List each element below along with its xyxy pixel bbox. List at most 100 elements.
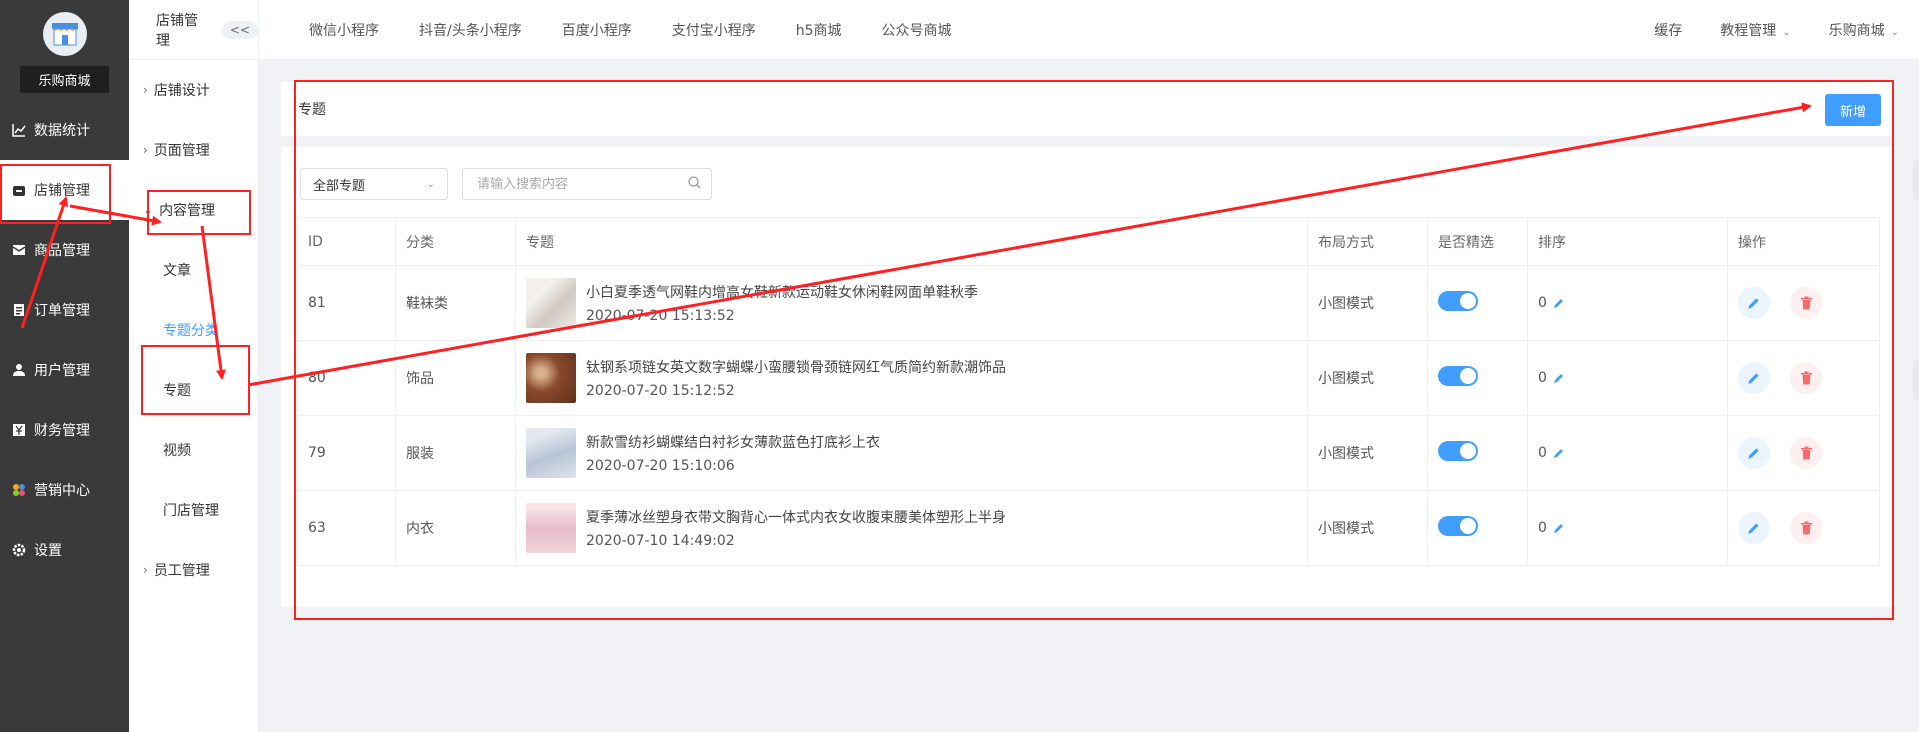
- sub-item-label: 视频: [163, 443, 191, 459]
- sub-item-videos[interactable]: 视频: [129, 420, 258, 480]
- tab-h5-mall[interactable]: h5商城: [796, 20, 842, 40]
- cell-category: 鞋袜类: [395, 265, 516, 341]
- sidebar-item-statistics[interactable]: 数据统计: [0, 100, 129, 160]
- topic-list-card: 全部专题 ⌄ ID 分类 专题 布局方式 是否精选 排序 操作 81 鞋袜类 小…: [281, 147, 1895, 607]
- sub-item-topic-category[interactable]: 专题分类: [129, 300, 258, 360]
- sub-item-label: 专题分类: [163, 323, 219, 339]
- page-header-card: 专题 新增: [281, 82, 1895, 136]
- sidebar-item-label: 商品管理: [34, 243, 90, 259]
- sidebar-item-label: 订单管理: [34, 303, 90, 319]
- trash-icon: [1800, 446, 1812, 460]
- sub-item-articles[interactable]: 文章: [129, 240, 258, 300]
- cell-actions: [1727, 265, 1880, 341]
- tab-douyin-miniprogram[interactable]: 抖音/头条小程序: [419, 20, 522, 40]
- sub-item-store-locations[interactable]: 门店管理: [129, 480, 258, 540]
- tutorial-menu[interactable]: 教程管理 ⌄: [1720, 20, 1790, 40]
- sub-sidebar: 店铺管理 << › 店铺设计 › 页面管理 ⌄ 内容管理 文章 专题分类 专题 视频 …: [129, 0, 259, 732]
- cache-link[interactable]: 缓存: [1654, 20, 1682, 40]
- featured-toggle[interactable]: [1438, 441, 1478, 461]
- shop-label: 乐购商城: [1828, 23, 1885, 39]
- search-icon[interactable]: [688, 175, 701, 193]
- sidebar-item-settings[interactable]: 设置: [0, 520, 129, 580]
- cell-sort: 0: [1527, 340, 1728, 416]
- cell-layout: 小图模式: [1307, 415, 1428, 491]
- sidebar-item-users[interactable]: 用户管理: [0, 340, 129, 400]
- pencil-icon[interactable]: [1553, 372, 1565, 384]
- sidebar-item-label: 数据统计: [34, 123, 90, 139]
- right-edge-tab: [1913, 160, 1919, 200]
- add-topic-button[interactable]: 新增: [1825, 94, 1881, 126]
- pencil-icon[interactable]: [1553, 297, 1565, 309]
- edit-button[interactable]: [1738, 512, 1770, 544]
- sidebar-item-finance[interactable]: 财务管理: [0, 400, 129, 460]
- sub-item-content-management[interactable]: ⌄ 内容管理: [129, 180, 258, 240]
- topic-date: 2020-07-20 15:10:06: [586, 458, 735, 474]
- pencil-icon: [1748, 298, 1759, 309]
- sidebar-item-store[interactable]: 店铺管理: [0, 160, 129, 220]
- edit-button[interactable]: [1738, 362, 1770, 394]
- sort-value: 0: [1538, 445, 1547, 461]
- select-value: 全部专题: [313, 178, 366, 194]
- sub-item-page-management[interactable]: › 页面管理: [129, 120, 258, 180]
- topic-date: 2020-07-20 15:12:52: [586, 383, 735, 399]
- tab-baidu-miniprogram[interactable]: 百度小程序: [562, 20, 632, 40]
- store-icon: [12, 183, 26, 197]
- collapse-button[interactable]: <<: [221, 20, 258, 39]
- search-input[interactable]: [477, 176, 677, 192]
- cell-category: 服装: [395, 415, 516, 491]
- delete-button[interactable]: [1790, 512, 1822, 544]
- pencil-icon[interactable]: [1553, 522, 1565, 534]
- sub-item-staff-management[interactable]: › 员工管理: [129, 540, 258, 600]
- table-header-row: ID 分类 专题 布局方式 是否精选 排序 操作: [297, 217, 1880, 266]
- product-icon: [12, 243, 26, 257]
- trash-icon: [1800, 371, 1812, 385]
- shop-logo-icon: [42, 12, 87, 56]
- topic-thumbnail: [526, 278, 576, 328]
- sub-item-label: 文章: [163, 263, 191, 279]
- sidebar-item-label: 店铺管理: [34, 183, 90, 199]
- chevron-right-icon: ›: [143, 143, 148, 157]
- featured-toggle[interactable]: [1438, 516, 1478, 536]
- shop-name: 乐购商城: [20, 66, 109, 93]
- cell-actions: [1727, 490, 1880, 566]
- sidebar-item-products[interactable]: 商品管理: [0, 220, 129, 280]
- topic-title: 钛钢系项链女英文数字蝴蝶小蛮腰锁骨颈链网红气质简约新款潮饰品: [586, 360, 1006, 376]
- sub-item-store-design[interactable]: › 店铺设计: [129, 60, 258, 120]
- sub-item-label: 页面管理: [153, 143, 210, 159]
- main-sidebar: 乐购商城 数据统计 店铺管理 商品管理 订单管理 用户管理 财务管理 营销中心 …: [0, 0, 129, 732]
- cell-category: 内衣: [395, 490, 516, 566]
- topic-filter-select[interactable]: 全部专题 ⌄: [300, 168, 448, 200]
- cell-sort: 0: [1527, 415, 1728, 491]
- sub-item-topics[interactable]: 专题: [129, 360, 258, 420]
- pencil-icon[interactable]: [1553, 447, 1565, 459]
- sidebar-item-orders[interactable]: 订单管理: [0, 280, 129, 340]
- delete-button[interactable]: [1790, 362, 1822, 394]
- sidebar-item-label: 财务管理: [34, 423, 90, 439]
- cell-id: 80: [297, 340, 396, 416]
- delete-button[interactable]: [1790, 287, 1822, 319]
- sub-item-label: 员工管理: [153, 563, 210, 579]
- shop-menu[interactable]: 乐购商城 ⌄: [1829, 20, 1899, 40]
- sidebar-item-label: 营销中心: [34, 483, 90, 499]
- sidebar-item-marketing[interactable]: 营销中心: [0, 460, 129, 520]
- sidebar-item-label: 用户管理: [34, 363, 90, 379]
- tab-wechat-miniprogram[interactable]: 微信小程序: [309, 20, 379, 40]
- tab-alipay-miniprogram[interactable]: 支付宝小程序: [672, 20, 756, 40]
- marketing-icon: [12, 483, 26, 497]
- featured-toggle[interactable]: [1438, 291, 1478, 311]
- table-row: 79 服装 新款雪纺衫蝴蝶结白衬衫女薄款蓝色打底衫上衣 2020-07-20 15…: [297, 415, 1880, 491]
- tab-official-account-mall[interactable]: 公众号商城: [882, 20, 952, 40]
- table-row: 63 内衣 夏季薄冰丝塑身衣带文胸背心一体式内衣女收腹束腰美体塑形上半身 2020…: [297, 490, 1880, 566]
- page-title: 专题: [298, 102, 326, 118]
- featured-toggle[interactable]: [1438, 366, 1478, 386]
- chevron-down-icon: ⌄: [143, 203, 154, 217]
- cell-id: 79: [297, 415, 396, 491]
- edit-button[interactable]: [1738, 287, 1770, 319]
- topic-title: 夏季薄冰丝塑身衣带文胸背心一体式内衣女收腹束腰美体塑形上半身: [586, 510, 1006, 526]
- sub-sidebar-header: 店铺管理 <<: [129, 0, 258, 60]
- col-featured: 是否精选: [1427, 217, 1528, 266]
- delete-button[interactable]: [1790, 437, 1822, 469]
- sort-value: 0: [1538, 370, 1547, 386]
- edit-button[interactable]: [1738, 437, 1770, 469]
- topic-date: 2020-07-10 14:49:02: [586, 533, 735, 549]
